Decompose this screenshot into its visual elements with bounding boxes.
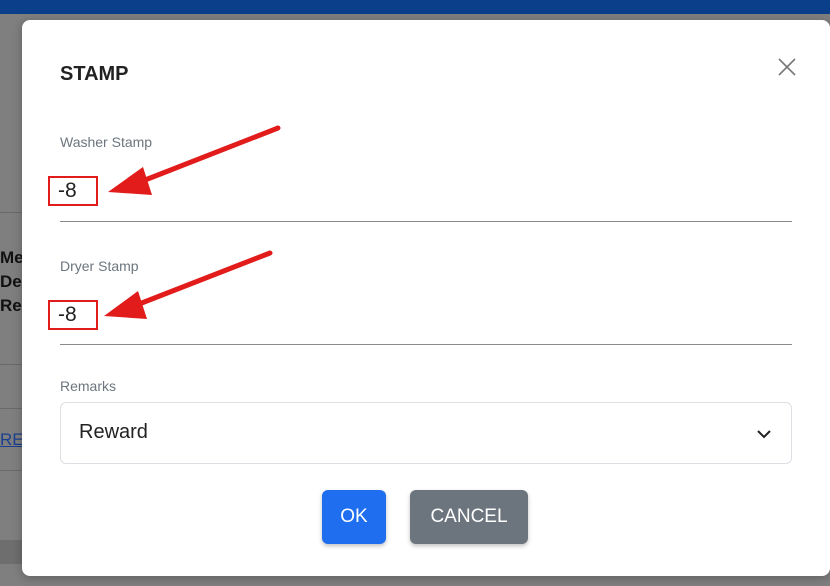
washer-stamp-underline <box>60 221 792 222</box>
close-button[interactable] <box>774 54 800 80</box>
remarks-select[interactable]: Reward <box>60 402 792 464</box>
remarks-label: Remarks <box>60 378 117 394</box>
dialog-title: STAMP <box>60 63 129 85</box>
ok-button[interactable]: OK <box>322 490 386 544</box>
stamp-dialog: STAMP Washer Stamp -8 Dryer Stamp -8 Rem… <box>22 20 830 576</box>
background-text-1: Me <box>0 248 24 267</box>
dryer-stamp-underline <box>60 344 792 345</box>
background-text-3: Re <box>0 296 22 315</box>
background-link: RE <box>0 430 24 449</box>
dryer-stamp-label: Dryer Stamp <box>60 258 139 274</box>
chevron-down-icon <box>757 430 771 439</box>
dryer-stamp-input[interactable]: -8 <box>48 300 98 330</box>
washer-stamp-label: Washer Stamp <box>60 134 153 150</box>
cancel-button[interactable]: CANCEL <box>410 490 528 544</box>
washer-stamp-input[interactable]: -8 <box>48 176 98 206</box>
background-top-bar <box>0 0 830 14</box>
close-icon <box>778 58 796 76</box>
remarks-selected-value: Reward <box>79 421 148 443</box>
background-text-2: De <box>0 272 22 291</box>
